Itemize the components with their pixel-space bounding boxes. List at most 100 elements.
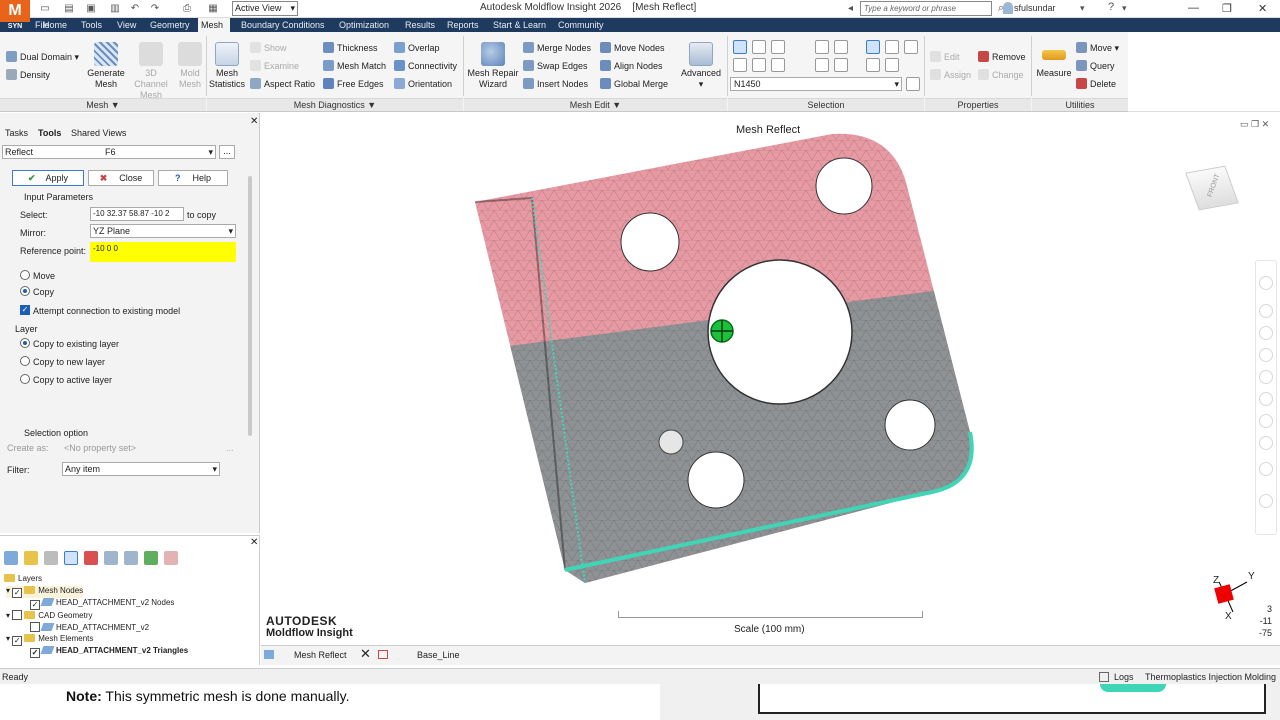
3d-channel-mesh-button[interactable]: 3D Channel Mesh	[128, 42, 174, 101]
tab-community[interactable]: Community	[555, 18, 607, 32]
chevron-down-icon[interactable]: ▾	[1122, 3, 1127, 14]
tab-tools[interactable]: Tools	[78, 18, 105, 32]
mesh-edit-group-footer[interactable]: Mesh Edit ▼	[464, 98, 727, 111]
open-icon[interactable]: ▤	[62, 2, 76, 15]
global-merge-button[interactable]: Global Merge	[600, 78, 668, 90]
center-icon[interactable]	[1259, 494, 1273, 508]
clean-layer-icon[interactable]	[124, 551, 138, 565]
select-node-icon[interactable]	[834, 58, 848, 72]
new-icon[interactable]: ▭	[38, 2, 52, 15]
select-filter-icon[interactable]	[866, 40, 880, 54]
view-icon[interactable]: ▦	[206, 2, 220, 15]
select-mode-icon[interactable]	[771, 40, 785, 54]
zoom-out-icon[interactable]	[1259, 436, 1273, 450]
move-radio[interactable]	[20, 270, 30, 280]
close-icon[interactable]: ✕	[250, 116, 258, 127]
maximize-icon[interactable]: ❐	[1222, 2, 1232, 15]
mesh-model[interactable]	[440, 120, 1000, 600]
undo-icon[interactable]: ↶	[128, 2, 142, 15]
query-button[interactable]: Query	[1076, 60, 1115, 72]
layer-checkbox[interactable]	[30, 600, 40, 610]
move-button[interactable]: Move ▾	[1076, 42, 1119, 54]
help-search-input[interactable]: Type a keyword or phrase	[860, 1, 992, 16]
select-curve-icon[interactable]	[885, 58, 899, 72]
tab-mesh-reflect[interactable]: Mesh Reflect	[294, 650, 347, 660]
help-icon[interactable]: ?	[1108, 1, 1114, 13]
help-button[interactable]: ? Help	[158, 170, 228, 186]
viewcube[interactable]: FRONT	[1180, 150, 1250, 250]
print-icon[interactable]: ⎙	[180, 2, 194, 15]
select-filter-icon[interactable]	[904, 40, 918, 54]
change-property-button[interactable]: Change	[978, 69, 1024, 81]
select-mode-icon[interactable]	[752, 40, 766, 54]
mirror-plane-dropdown[interactable]: YZ Plane ▾	[90, 224, 236, 238]
copy-active-radio[interactable]	[20, 374, 30, 384]
diagnostics-group-footer[interactable]: Mesh Diagnostics ▼	[207, 98, 463, 111]
filter-dropdown[interactable]: Any item ▾	[62, 462, 220, 476]
tab-mesh[interactable]: Mesh	[198, 18, 230, 32]
edit-property-button[interactable]: Edit	[930, 51, 960, 63]
tab-base-line[interactable]: Base_Line	[417, 650, 460, 660]
save-icon[interactable]: ▣	[84, 2, 98, 15]
clipboard-icon[interactable]: ▥	[108, 2, 122, 15]
remove-property-button[interactable]: Remove	[978, 51, 1026, 63]
aspect-ratio-button[interactable]: Aspect Ratio	[250, 78, 315, 90]
mesh-group-footer[interactable]: Mesh ▼	[0, 98, 206, 111]
mesh-repair-wizard-button[interactable]: Mesh Repair Wizard	[466, 42, 520, 90]
layer-item[interactable]: ▾ CAD Geometry	[6, 610, 92, 620]
select-arrow-icon[interactable]	[1259, 304, 1273, 318]
rotate-icon[interactable]	[1259, 326, 1273, 340]
copy-radio[interactable]	[20, 286, 30, 296]
apply-button[interactable]: ✔ Apply	[12, 170, 84, 186]
layer-item[interactable]: HEAD_ATTACHMENT_v2 Triangles	[30, 646, 188, 658]
layer-checkbox[interactable]	[12, 636, 23, 646]
density-button[interactable]: Density	[6, 69, 50, 81]
remove-layer-icon[interactable]	[164, 551, 178, 565]
copy-new-radio[interactable]	[20, 356, 30, 366]
select-box-icon[interactable]	[834, 40, 848, 54]
steering-wheel-icon[interactable]	[1259, 276, 1273, 290]
logs-button[interactable]: Logs	[1114, 669, 1134, 685]
orientation-button[interactable]: Orientation	[394, 78, 452, 90]
tab-tasks[interactable]: Tasks	[5, 128, 28, 138]
close-icon[interactable]: ✕	[250, 537, 258, 548]
mold-mesh-button[interactable]: Mold Mesh	[176, 42, 204, 90]
minimize-icon[interactable]: —	[1188, 2, 1199, 14]
new-layer-icon[interactable]	[4, 551, 18, 565]
advanced-button[interactable]: Advanced ▾	[678, 42, 724, 90]
assign-property-button[interactable]: Assign	[930, 69, 971, 81]
activate-layer-icon[interactable]	[44, 551, 58, 565]
tab-tools[interactable]: Tools	[38, 128, 61, 138]
swap-edges-button[interactable]: Swap Edges	[523, 60, 588, 72]
redo-icon[interactable]: ↷	[148, 2, 162, 15]
selection-pick-icon[interactable]	[906, 77, 920, 91]
insert-nodes-button[interactable]: Insert Nodes	[523, 78, 588, 90]
new-folder-icon[interactable]	[24, 551, 38, 565]
user-name[interactable]: sfulsundar	[1014, 3, 1056, 13]
select-filter-icon[interactable]	[885, 40, 899, 54]
zoom-window-icon[interactable]	[1259, 392, 1273, 406]
tab-view[interactable]: View	[114, 18, 139, 32]
copy-existing-radio[interactable]	[20, 338, 30, 348]
delete-layer-icon[interactable]	[84, 551, 98, 565]
close-icon[interactable]: ✕	[360, 646, 371, 662]
tab-optimization[interactable]: Optimization	[336, 18, 392, 32]
reference-point-field[interactable]: -10 0 0	[90, 242, 236, 262]
mesh-statistics-button[interactable]: Mesh Statistics	[208, 42, 246, 90]
align-nodes-button[interactable]: Align Nodes	[600, 60, 663, 72]
nav-arrow-icon[interactable]: ◂	[848, 3, 853, 14]
tool-select-dropdown[interactable]: Reflect F6 ▾	[2, 145, 216, 159]
mesh-match-button[interactable]: Mesh Match	[323, 60, 386, 72]
layers-root[interactable]: Layers	[4, 574, 42, 583]
selection-entity-input[interactable]: N1450 ▾	[730, 77, 902, 91]
dual-domain-dropdown[interactable]: Dual Domain ▾	[6, 51, 79, 63]
examine-button[interactable]: Examine	[250, 60, 299, 72]
viewport-window-controls[interactable]: ▭ ❐ ✕	[1240, 119, 1269, 130]
layer-checkbox[interactable]	[30, 622, 40, 632]
delete-button[interactable]: Delete	[1076, 78, 1116, 90]
layer-item[interactable]: HEAD_ATTACHMENT_v2	[30, 622, 149, 632]
fit-icon[interactable]	[1259, 462, 1273, 476]
select-icon[interactable]	[733, 40, 747, 54]
select-expand-icon[interactable]	[733, 58, 747, 72]
thickness-button[interactable]: Thickness	[323, 42, 378, 54]
